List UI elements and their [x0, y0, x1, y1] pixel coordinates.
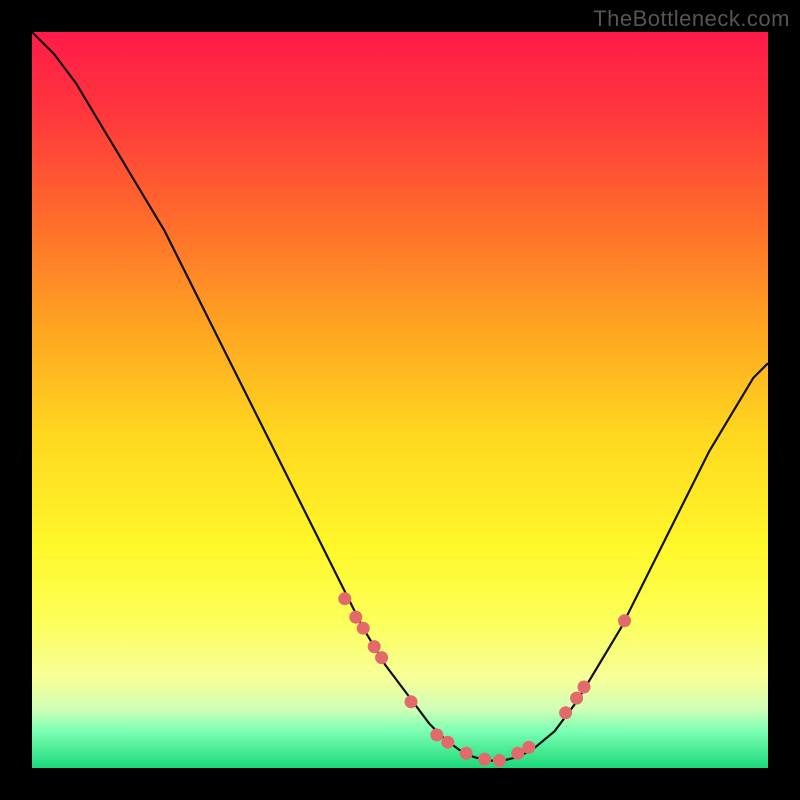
chart-frame: TheBottleneck.com	[0, 0, 800, 800]
bottleneck-gradient	[32, 32, 768, 768]
watermark-text: TheBottleneck.com	[593, 6, 790, 32]
plot-area	[32, 32, 768, 768]
